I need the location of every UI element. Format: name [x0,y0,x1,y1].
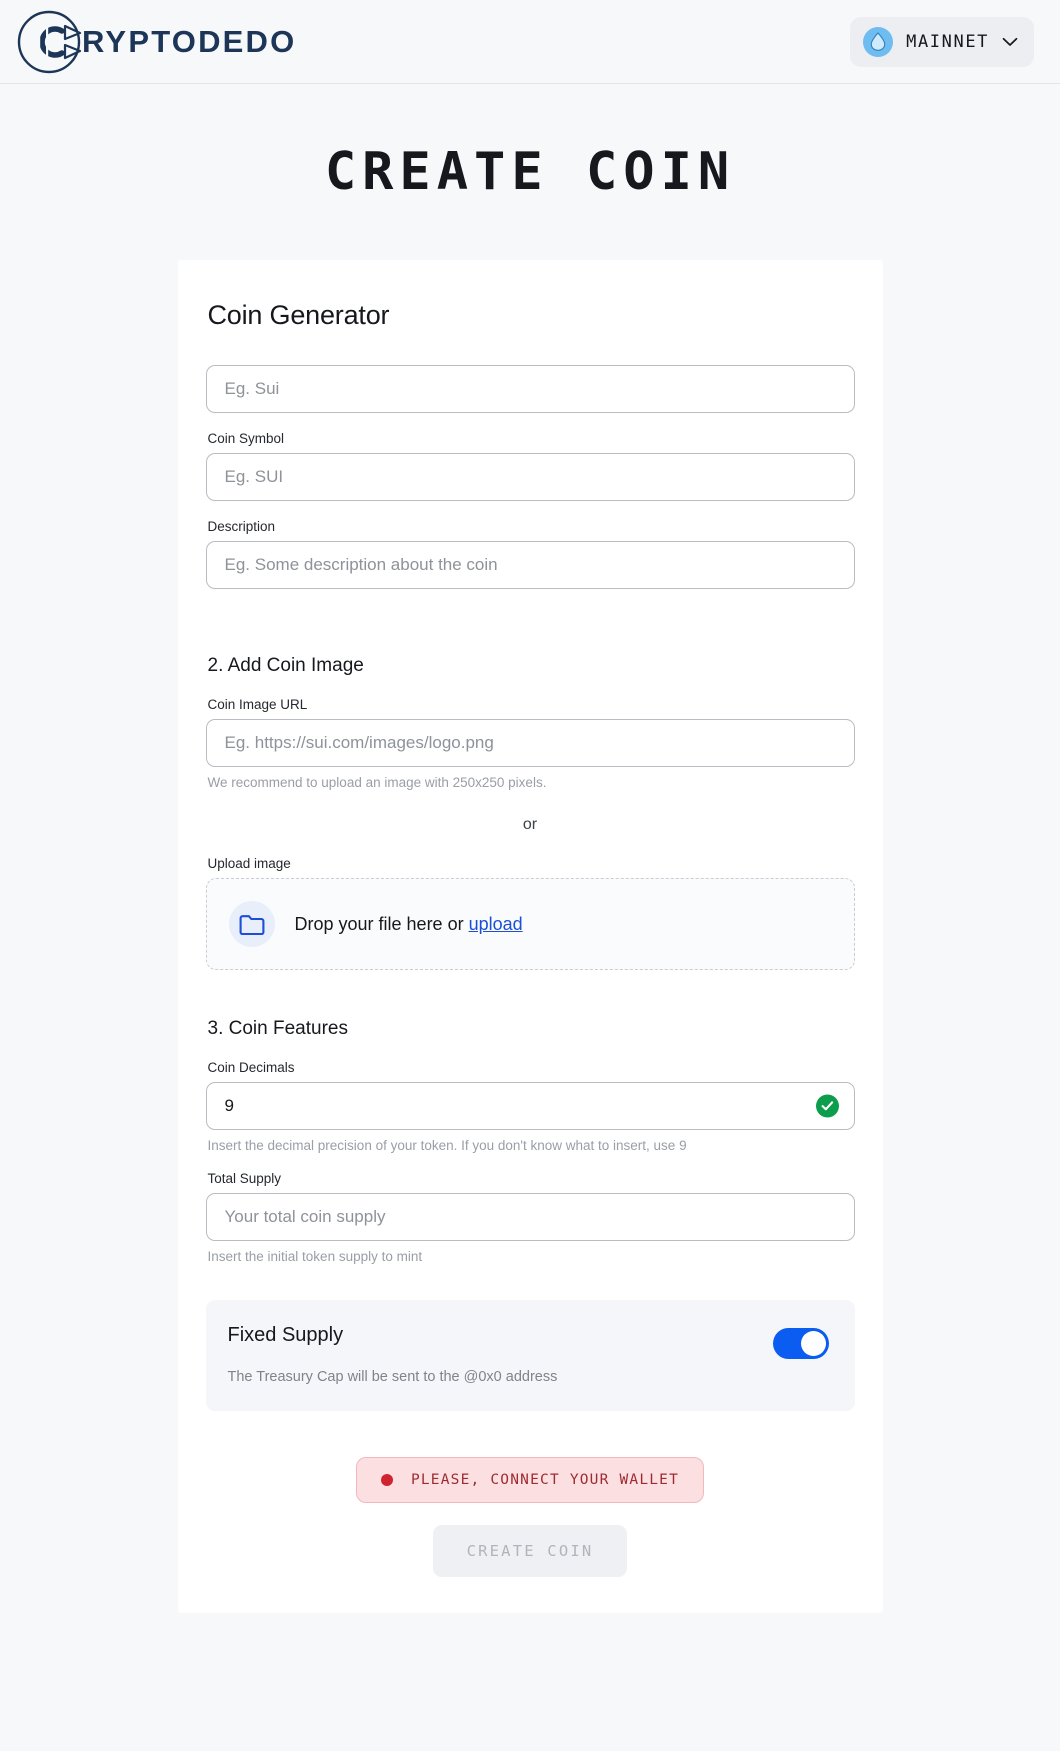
upload-link[interactable]: upload [469,914,523,934]
coin-description-label: Description [207,519,276,534]
total-supply-input-wrap [205,1193,855,1241]
network-selector[interactable]: MAINNET [850,16,1034,67]
dropzone-prompt: Drop your file here or [294,913,469,934]
coin-description-input-wrap [205,541,855,589]
coin-decimals-hint: Insert the decimal precision of your tok… [207,1138,687,1153]
card-title: Coin Generator [207,300,390,330]
coin-image-url-input-wrap [205,719,855,767]
cryptodedo-c-logo-icon [10,6,88,78]
alert-dot-icon [380,1474,393,1486]
toggle-knob [800,1331,826,1356]
network-label: MAINNET [906,31,989,52]
upload-image-group: Upload image Drop your file here or uplo… [205,856,855,970]
coin-decimals-input[interactable] [205,1082,855,1130]
wallet-warning-text: PLEASE, CONNECT YOUR WALLET [410,1472,680,1488]
coin-name-input-wrap [205,365,855,413]
sui-droplet-icon [863,26,894,57]
check-circle-icon [815,1094,839,1118]
coin-name-input[interactable] [205,365,855,413]
coin-image-url-field-group: Coin Image URL We recommend to upload an… [205,697,855,790]
coin-symbol-input-wrap [205,453,855,501]
wallet-warning-banner: PLEASE, CONNECT YOUR WALLET [355,1457,705,1503]
coin-image-url-hint: We recommend to upload an image with 250… [207,775,547,790]
fixed-supply-subtitle: The Treasury Cap will be sent to the @0x… [227,1369,558,1385]
total-supply-label: Total Supply [207,1171,282,1186]
coin-decimals-field-group: Coin Decimals Insert the decimal precisi… [205,1060,855,1153]
coin-description-field-group: Description [205,519,855,589]
page-title: CREATE COIN [324,142,736,202]
create-coin-button[interactable]: CREATE COIN [432,1525,628,1577]
section-2-title: 2. Add Coin Image [207,655,364,676]
coin-image-url-input[interactable] [205,719,855,767]
coin-image-url-label: Coin Image URL [207,697,308,712]
fixed-supply-panel: Fixed Supply The Treasury Cap will be se… [205,1300,855,1411]
form-actions: PLEASE, CONNECT YOUR WALLET CREATE COIN [206,1457,855,1577]
coin-symbol-input[interactable] [205,453,855,501]
total-supply-field-group: Total Supply Insert the initial token su… [205,1171,855,1264]
coin-decimals-label: Coin Decimals [207,1060,295,1075]
or-divider-text: or [522,816,538,833]
coin-name-field-group [205,365,855,413]
total-supply-hint: Insert the initial token supply to mint [207,1249,423,1264]
coin-symbol-field-group: Coin Symbol [205,431,855,501]
app-header: RYPTODEDO MAINNET [0,0,1060,84]
upload-image-label: Upload image [207,856,291,871]
dropzone-text: Drop your file here or upload [295,914,523,935]
coin-symbol-label: Coin Symbol [207,431,285,446]
fixed-supply-title: Fixed Supply [227,1324,344,1346]
file-dropzone[interactable]: Drop your file here or upload [205,878,855,970]
section-3-title: 3. Coin Features [207,1018,348,1039]
coin-generator-card: Coin Generator Coin Symbol Description 2… [177,260,883,1613]
brand-name: RYPTODEDO [82,23,297,59]
folder-icon [228,901,275,947]
coin-description-input[interactable] [205,541,855,589]
fixed-supply-toggle[interactable] [772,1328,829,1359]
brand[interactable]: RYPTODEDO [10,6,296,78]
fixed-supply-text-group: Fixed Supply The Treasury Cap will be se… [228,1324,558,1385]
section-spacer-2 [206,970,855,1018]
coin-decimals-input-wrap [205,1082,855,1130]
chevron-down-icon[interactable] [1002,37,1018,47]
total-supply-input[interactable] [205,1193,855,1241]
